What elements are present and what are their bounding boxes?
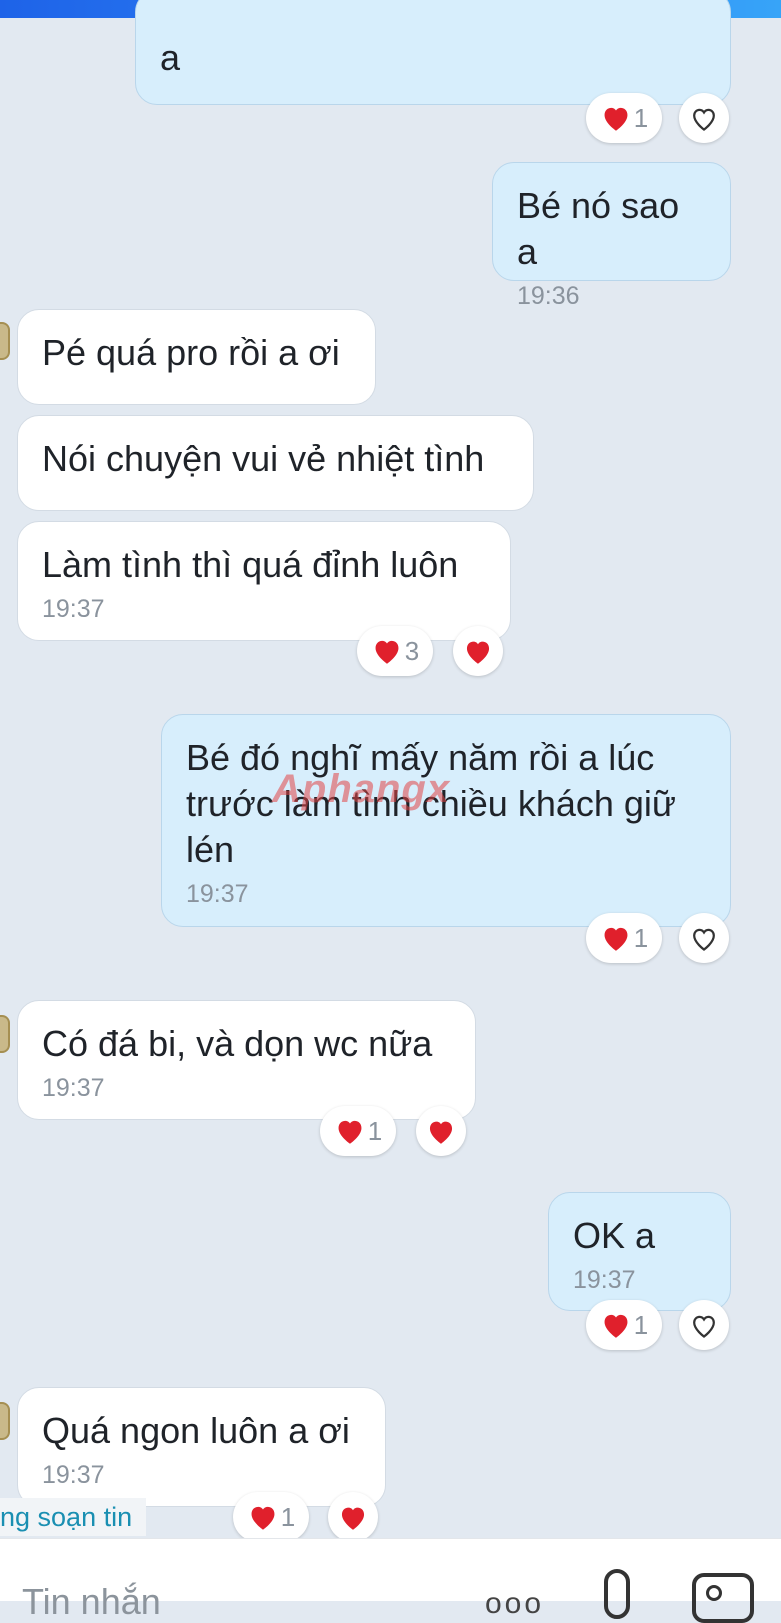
reaction-count-badge[interactable]: 1 bbox=[586, 913, 662, 963]
paperclip-icon[interactable] bbox=[604, 1569, 630, 1619]
reaction-count: 1 bbox=[633, 922, 649, 953]
heart-icon bbox=[251, 1506, 275, 1530]
message-bubble-incoming[interactable]: Làm tình thì quá đỉnh luôn 19:37 bbox=[17, 521, 511, 641]
reaction-count-badge[interactable]: 1 bbox=[233, 1492, 309, 1542]
message-text: Làm tình thì quá đỉnh luôn bbox=[42, 544, 459, 585]
message-bubble-outgoing[interactable]: Bé đó nghĩ mấy năm rồi a lúc trước làm t… bbox=[161, 714, 731, 927]
message-time: 19:36 bbox=[517, 282, 580, 310]
message-bubble-incoming[interactable]: Có đá bi, và dọn wc nữa 19:37 bbox=[17, 1000, 476, 1120]
heart-icon bbox=[604, 107, 628, 131]
reaction-count-badge[interactable]: 3 bbox=[357, 626, 433, 676]
reaction-count-badge[interactable]: 1 bbox=[320, 1106, 396, 1156]
heart-icon bbox=[604, 927, 628, 951]
watermark: Aphangx bbox=[272, 767, 451, 811]
message-text: Quá ngon luôn a ơi bbox=[42, 1410, 350, 1451]
heart-icon bbox=[466, 641, 490, 664]
sender-avatar[interactable] bbox=[0, 1402, 10, 1440]
add-reaction-button[interactable] bbox=[453, 626, 503, 676]
reaction-count: 3 bbox=[404, 635, 420, 666]
add-reaction-button[interactable] bbox=[679, 1300, 729, 1350]
message-text: OK a bbox=[573, 1215, 656, 1256]
message-time: 19:37 bbox=[42, 1461, 105, 1489]
message-time: 19:37 bbox=[186, 880, 249, 908]
add-reaction-button[interactable] bbox=[328, 1492, 378, 1542]
message-text: Pé quá pro rồi a ơi bbox=[42, 332, 340, 373]
message-text: Bé nó sao a bbox=[517, 185, 680, 272]
message-text: a bbox=[160, 37, 181, 78]
heart-icon bbox=[375, 640, 399, 664]
heart-outline-icon bbox=[693, 1315, 715, 1338]
message-composer: Tin nhắn ooo bbox=[0, 1538, 781, 1623]
heart-icon bbox=[429, 1121, 453, 1144]
message-text: Có đá bi, và dọn wc nữa bbox=[42, 1023, 433, 1064]
heart-outline-icon bbox=[693, 928, 715, 951]
heart-icon bbox=[341, 1507, 365, 1530]
message-bubble-outgoing[interactable]: a bbox=[135, 0, 731, 105]
message-bubble-incoming[interactable]: Quá ngon luôn a ơi 19:37 bbox=[17, 1387, 386, 1507]
message-input[interactable]: Tin nhắn bbox=[22, 1581, 161, 1623]
add-reaction-button[interactable] bbox=[679, 913, 729, 963]
sender-avatar[interactable] bbox=[0, 1015, 10, 1053]
more-options-button[interactable]: ooo bbox=[485, 1587, 544, 1621]
message-bubble-incoming[interactable]: Pé quá pro rồi a ơi bbox=[17, 309, 376, 405]
heart-outline-icon bbox=[693, 108, 715, 131]
heart-icon bbox=[604, 1314, 628, 1338]
message-time: 19:37 bbox=[573, 1266, 636, 1294]
reaction-count-badge[interactable]: 1 bbox=[586, 1300, 662, 1350]
message-bubble-outgoing[interactable]: OK a 19:37 bbox=[548, 1192, 731, 1311]
add-reaction-button[interactable] bbox=[416, 1106, 466, 1156]
reaction-count: 1 bbox=[280, 1501, 296, 1532]
message-time: 19:37 bbox=[42, 595, 105, 623]
message-bubble-outgoing[interactable]: Bé nó sao a 19:36 bbox=[492, 162, 731, 310]
reaction-count: 1 bbox=[367, 1115, 383, 1146]
heart-icon bbox=[338, 1120, 362, 1144]
add-reaction-button[interactable] bbox=[679, 93, 729, 143]
image-icon[interactable] bbox=[692, 1573, 754, 1623]
sender-avatar[interactable] bbox=[0, 322, 10, 360]
message-time: 19:37 bbox=[42, 1074, 105, 1102]
message-text: Nói chuyện vui vẻ nhiệt tình bbox=[42, 438, 485, 479]
typing-indicator: ng soạn tin bbox=[0, 1498, 147, 1536]
reaction-count-badge[interactable]: 1 bbox=[586, 93, 662, 143]
reaction-count: 1 bbox=[633, 102, 649, 133]
message-bubble-incoming[interactable]: Nói chuyện vui vẻ nhiệt tình bbox=[17, 415, 534, 511]
reaction-count: 1 bbox=[633, 1309, 649, 1340]
